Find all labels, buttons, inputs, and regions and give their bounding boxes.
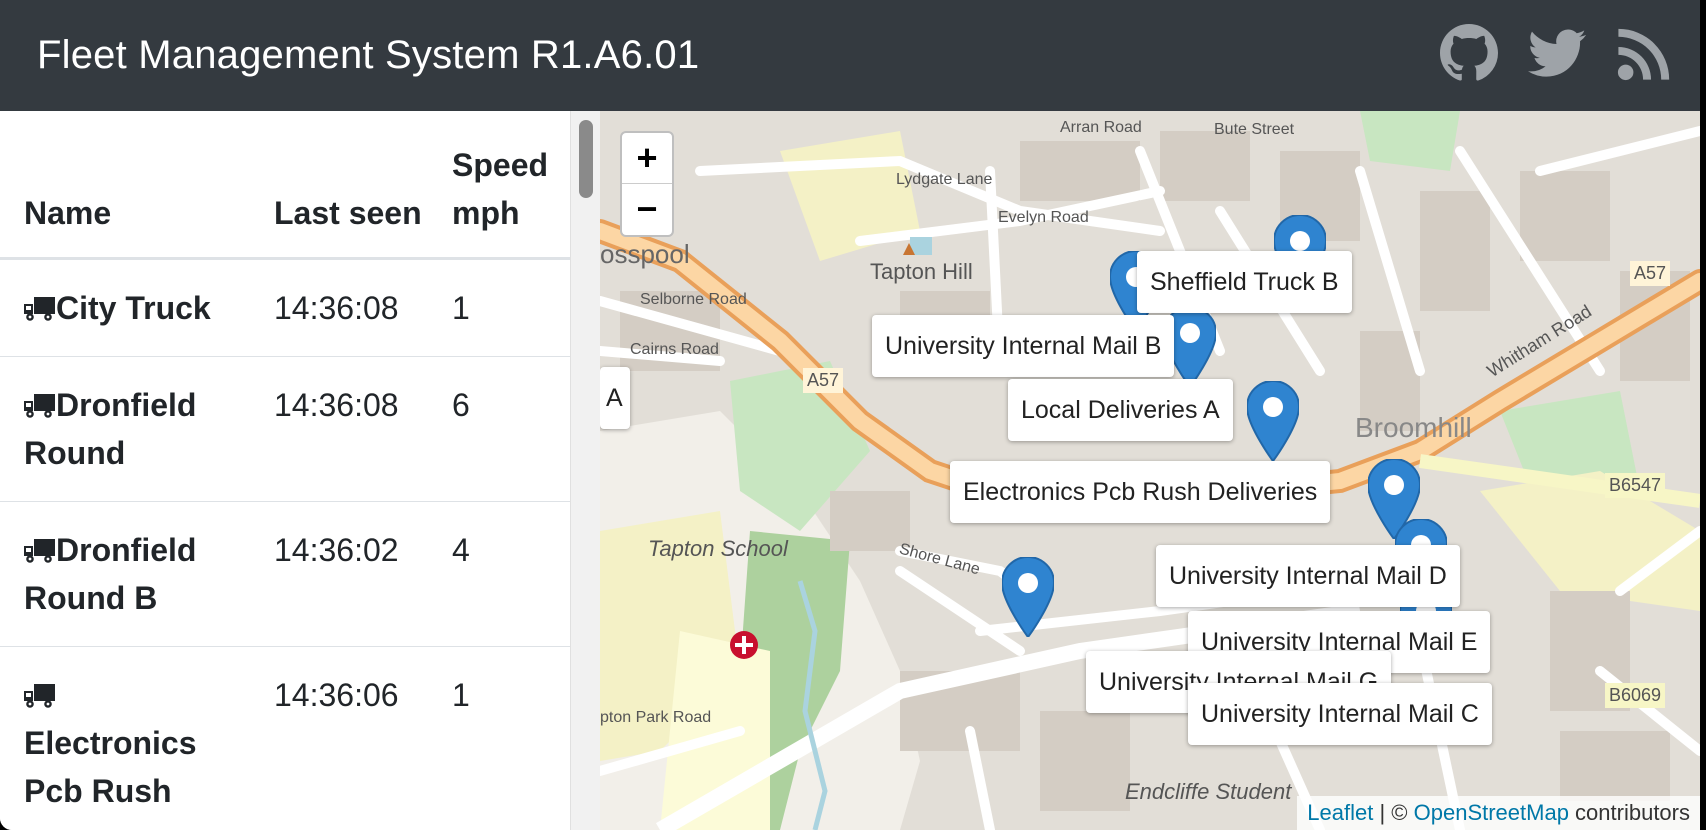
vehicle-tooltip[interactable]: Sheffield Truck B <box>1137 251 1352 313</box>
table-row[interactable]: Dronfield Round B 14:36:02 4 <box>0 501 570 647</box>
truck-icon <box>24 683 55 708</box>
zoom-in-button[interactable]: + <box>622 133 672 184</box>
street-label: Lydgate Lane <box>896 171 993 188</box>
truck-icon <box>24 393 55 418</box>
zoom-out-button[interactable]: − <box>622 184 672 234</box>
street-label: Selborne Road <box>640 291 747 308</box>
place-label: Broomhill <box>1355 412 1472 443</box>
street-label: Bute Street <box>1214 121 1295 138</box>
header-speed[interactable]: Speed mph <box>428 111 570 260</box>
vehicle-tooltip[interactable]: University Internal Mail B <box>872 315 1175 377</box>
place-label: osspool <box>600 239 690 269</box>
truck-icon <box>24 296 55 321</box>
header-name[interactable]: Name <box>0 111 250 260</box>
vehicle-name-cell: City Truck <box>0 258 250 357</box>
app-window: Fleet Management System R1.A6.01 Name La… <box>0 0 1700 830</box>
speed-cell: 1 <box>428 646 570 830</box>
last-seen-cell: 14:36:08 <box>250 258 428 357</box>
last-seen-cell: 14:36:06 <box>250 646 428 830</box>
vehicle-name: City Truck <box>56 289 211 326</box>
sidebar-scrollbar[interactable] <box>570 111 601 830</box>
place-label: Endcliffe Student <box>1125 779 1292 804</box>
top-navbar: Fleet Management System R1.A6.01 <box>0 0 1700 111</box>
app-title[interactable]: Fleet Management System R1.A6.01 <box>37 33 699 78</box>
speed-cell: 6 <box>428 356 570 502</box>
road-shield: B6547 <box>1605 473 1666 498</box>
zoom-control: + − <box>620 131 674 237</box>
vehicle-name-cell: Electronics Pcb Rush <box>0 646 250 830</box>
attribution-suffix: contributors <box>1568 800 1690 825</box>
vehicle-tooltip[interactable]: Local Deliveries A <box>1008 379 1233 441</box>
vehicle-name: Electronics Pcb Rush <box>24 724 197 809</box>
truck-icon <box>24 538 55 563</box>
street-label: pton Park Road <box>600 709 712 726</box>
vehicle-marker-icon[interactable] <box>1247 381 1299 461</box>
place-label: Tapton Hill <box>870 259 973 284</box>
vehicle-tooltip[interactable]: University Internal Mail D <box>1156 545 1460 607</box>
vehicle-list-panel: Name Last seen Speed mph City Truck 14:3… <box>0 111 570 830</box>
vehicle-marker-icon[interactable] <box>1002 557 1054 637</box>
table-row[interactable]: City Truck 14:36:08 1 <box>0 258 570 357</box>
scrollbar-thumb[interactable] <box>579 120 593 198</box>
osm-link[interactable]: OpenStreetMap <box>1414 800 1569 825</box>
leaflet-link[interactable]: Leaflet <box>1307 800 1373 825</box>
vehicle-table: Name Last seen Speed mph City Truck 14:3… <box>0 111 570 830</box>
vehicle-tooltip[interactable]: Electronics Pcb Rush Deliveries <box>950 461 1331 523</box>
map-attribution: Leaflet | © OpenStreetMap contributors <box>1297 796 1700 830</box>
attribution-separator: | © <box>1373 800 1414 825</box>
table-header-row: Name Last seen Speed mph <box>0 111 570 260</box>
vehicle-name-cell: Dronfield Round B <box>0 501 250 647</box>
table-row[interactable]: Dronfield Round 14:36:08 6 <box>0 356 570 502</box>
place-label: Tapton School <box>648 536 788 561</box>
speed-cell: 4 <box>428 501 570 647</box>
road-shield: A57 <box>803 368 844 393</box>
nav-icon-group <box>1440 24 1674 82</box>
road-shield: B6069 <box>1605 683 1666 708</box>
vehicle-name-cell: Dronfield Round <box>0 356 250 502</box>
rss-icon[interactable] <box>1616 24 1674 82</box>
header-last-seen[interactable]: Last seen <box>250 111 428 260</box>
road-shield: A57 <box>1630 261 1671 286</box>
last-seen-cell: 14:36:08 <box>250 356 428 502</box>
vehicle-tooltip[interactable]: A <box>600 367 630 429</box>
street-label: Arran Road <box>1060 119 1142 136</box>
street-label: Cairns Road <box>630 341 719 358</box>
table-row[interactable]: Electronics Pcb Rush 14:36:06 1 <box>0 646 570 830</box>
street-label: Evelyn Road <box>998 209 1089 226</box>
vehicle-tooltip[interactable]: University Internal Mail C <box>1188 683 1492 745</box>
twitter-icon[interactable] <box>1528 24 1586 82</box>
github-icon[interactable] <box>1440 24 1498 82</box>
map-view[interactable]: osspool Tapton Hill Broomhill Tapton Sch… <box>600 111 1700 830</box>
speed-cell: 1 <box>428 258 570 357</box>
last-seen-cell: 14:36:02 <box>250 501 428 647</box>
